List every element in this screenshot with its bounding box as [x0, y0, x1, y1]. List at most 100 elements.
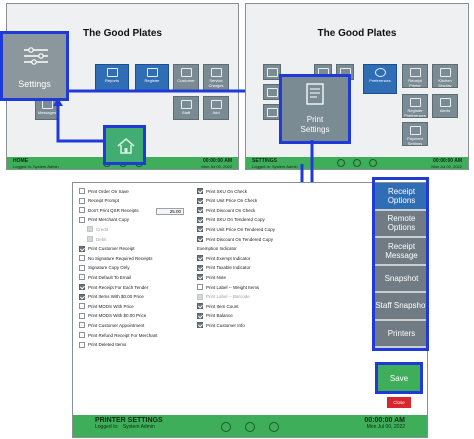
- qsr-amount-field[interactable]: 25.00: [156, 208, 184, 215]
- checkbox[interactable]: [197, 274, 203, 281]
- checkbox[interactable]: [79, 216, 85, 223]
- printer-icon: [306, 83, 324, 105]
- tile-register-preferences[interactable]: Register Preferences: [402, 94, 428, 118]
- option-label: Signature Copy Only: [88, 265, 130, 271]
- option-row[interactable]: Print Receipt For Each Tender: [79, 284, 148, 290]
- option-label: Debit: [96, 236, 107, 242]
- option-row[interactable]: No Signature Required Receipts: [79, 255, 153, 262]
- tile-preferences[interactable]: Preferences: [363, 64, 397, 94]
- checkbox[interactable]: [197, 236, 203, 242]
- checkbox[interactable]: [79, 312, 85, 319]
- alert-icon: [439, 98, 451, 107]
- option-row[interactable]: Print Label -- Weight Items: [197, 284, 259, 290]
- status-right: 00:00:00 AM Mon Jul 00, 2022: [431, 158, 462, 170]
- option-row[interactable]: Print Item Count: [197, 303, 239, 310]
- status-right: 00:00:00 AM Mon Jul 00, 2022: [201, 158, 232, 170]
- option-label: Print Taxable Indicator: [206, 265, 251, 271]
- home-small-icon[interactable]: [221, 422, 231, 432]
- option-row[interactable]: Debit: [87, 236, 107, 242]
- printer-status-bar: PRINTER SETTINGS Logged In: System Admin …: [73, 415, 427, 437]
- checkbox[interactable]: [197, 226, 203, 233]
- option-row[interactable]: Credit: [87, 226, 108, 233]
- option-row[interactable]: Print MODS With Price: [79, 303, 134, 310]
- tile-payment-settings[interactable]: Payment Settings: [402, 122, 428, 146]
- tile-alerts[interactable]: Alerts: [432, 94, 458, 118]
- option-row[interactable]: Receipt Prompt: [79, 197, 119, 204]
- option-row[interactable]: Print Items With $0.00 Price: [79, 293, 144, 300]
- checkbox[interactable]: [197, 197, 203, 204]
- tile-receipt-printer[interactable]: Receipt Printer: [402, 64, 428, 88]
- checkbox[interactable]: [79, 207, 85, 214]
- save-button[interactable]: Save: [375, 362, 423, 394]
- option-row[interactable]: Print Default To Email: [79, 274, 131, 281]
- checkbox[interactable]: [79, 274, 85, 281]
- option-row[interactable]: Print SKU On Tendered Copy: [197, 216, 265, 223]
- status-right: 00:00:00 AM Mon Jul 00, 2022: [364, 417, 405, 430]
- checkbox[interactable]: [197, 207, 203, 214]
- checkbox[interactable]: [79, 197, 85, 204]
- option-row[interactable]: Print SKU On Check: [197, 188, 247, 194]
- tile-label: Preferences: [369, 78, 391, 83]
- option-row[interactable]: Print Deleted Items: [79, 341, 126, 348]
- settings-callout[interactable]: Settings: [0, 31, 69, 101]
- option-row[interactable]: Print Customer Receipt: [79, 245, 135, 252]
- checkbox[interactable]: [79, 322, 85, 329]
- option-row[interactable]: Print Balance: [197, 312, 233, 319]
- option-row[interactable]: Print Merchant Copy: [79, 216, 129, 223]
- option-row[interactable]: Print Customer Info: [197, 322, 245, 329]
- settings-small-icon[interactable]: [269, 422, 279, 432]
- option-row[interactable]: Signature Copy Only: [79, 264, 130, 271]
- option-row[interactable]: Don't Print QSR Receipts: [79, 207, 139, 214]
- tile-label: Reports: [104, 78, 119, 83]
- option-row[interactable]: Print Note: [197, 274, 226, 281]
- option-label: Print SKU On Tendered Copy: [206, 217, 265, 223]
- option-row[interactable]: Print MODS With $0.00 Price: [79, 312, 146, 319]
- checkbox[interactable]: [79, 188, 85, 194]
- printer-settings-label: Print Settings: [300, 115, 330, 134]
- tile-kitchen-display[interactable]: Kitchen Display: [432, 64, 458, 88]
- checkbox[interactable]: [79, 264, 85, 271]
- checkbox[interactable]: [197, 216, 203, 223]
- checkbox[interactable]: [79, 303, 85, 310]
- clock-date: Mon Jul 00, 2022: [366, 424, 405, 430]
- tile-add[interactable]: Add: [203, 96, 229, 120]
- checkbox[interactable]: [79, 293, 85, 300]
- checkbox[interactable]: [79, 284, 85, 290]
- option-row[interactable]: Print Discount On Check: [197, 207, 255, 214]
- option-row[interactable]: Exemption Indicator: [197, 246, 237, 251]
- checkbox[interactable]: [197, 264, 203, 271]
- tile-staff[interactable]: Staff: [173, 96, 199, 120]
- option-row[interactable]: Print Discount On Tendered Copy: [197, 236, 273, 242]
- option-row[interactable]: Print Taxable Indicator: [197, 264, 251, 271]
- checkbox[interactable]: [79, 245, 85, 252]
- option-row[interactable]: Print Label -- Barcode: [197, 293, 250, 300]
- printer-settings-callout[interactable]: Print Settings: [279, 74, 351, 144]
- checkbox[interactable]: [79, 332, 85, 338]
- option-row[interactable]: Print Unit Price On Check: [197, 197, 257, 204]
- checkbox[interactable]: [197, 322, 203, 329]
- checkbox[interactable]: [197, 255, 203, 262]
- lock-icon[interactable]: [245, 422, 255, 432]
- logged-in-text: Logged In:: [95, 424, 119, 430]
- option-label: Print Customer Appointment: [88, 322, 145, 328]
- option-row[interactable]: Print Unit Price On Tendered Copy: [197, 226, 275, 233]
- option-row[interactable]: Print Order On Save: [79, 188, 129, 194]
- logged-in-user: System Admin: [122, 424, 155, 430]
- checkbox[interactable]: [197, 312, 203, 319]
- option-label: Print Order On Save: [88, 188, 129, 194]
- checkbox[interactable]: [197, 188, 203, 194]
- checkbox[interactable]: [197, 284, 203, 290]
- option-label: Print SKU On Check: [206, 188, 248, 194]
- close-button[interactable]: Close: [387, 397, 411, 408]
- checkbox[interactable]: [79, 255, 85, 262]
- option-label: Print Unit Price On Tendered Copy: [206, 226, 275, 232]
- option-row[interactable]: Print Refund Receipt For Merchant: [79, 332, 158, 338]
- option-row[interactable]: Print Exempt Indicator: [197, 255, 250, 262]
- status-left: SETTINGS Logged In: System Admin: [252, 158, 298, 170]
- check-circle-icon: [374, 68, 386, 77]
- option-row[interactable]: Print Customer Appointment: [79, 322, 145, 329]
- checkbox[interactable]: [197, 303, 203, 310]
- checkbox[interactable]: [79, 341, 85, 348]
- option-label: Print Refund Receipt For Merchant: [88, 332, 158, 338]
- option-label: Print Customer Receipt: [88, 246, 135, 252]
